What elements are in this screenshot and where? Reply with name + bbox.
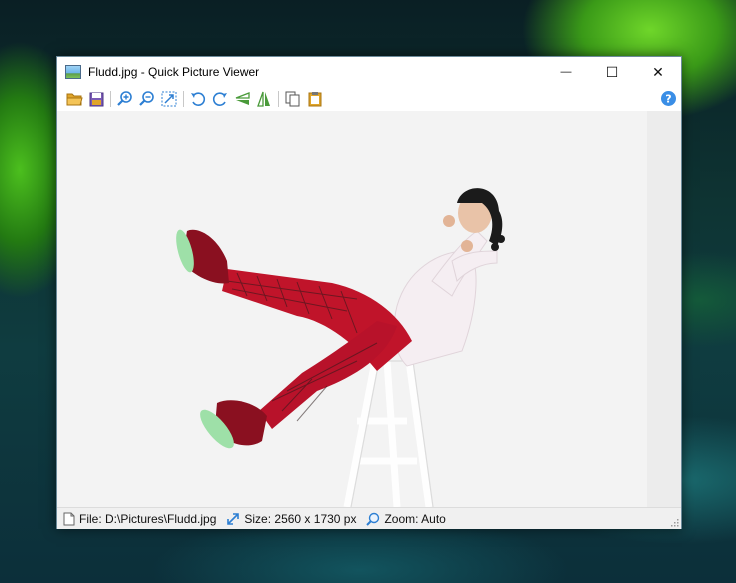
status-bar: File: D:\Pictures\Fludd.jpg Size: 2560 x… [57,507,681,529]
save-icon [89,92,103,106]
flip-horizontal-button[interactable] [231,88,253,110]
zoom-status: Zoom: Auto [366,511,446,526]
paste-button[interactable] [304,88,326,110]
zoom-label: Zoom: Auto [384,511,446,526]
minimize-button[interactable]: — [543,57,589,87]
photo-image [57,111,681,507]
resize-grip-icon[interactable] [669,517,679,527]
app-window: Fludd.jpg - Quick Picture Viewer — ☐ ✕ ?… [56,56,682,529]
window-title: Fludd.jpg - Quick Picture Viewer [88,65,260,79]
rotate-left-button[interactable] [187,88,209,110]
zoom-in-icon [117,91,132,106]
maximize-icon: ☐ [605,63,619,80]
flip-vertical-icon [257,91,270,107]
maximize-button[interactable]: ☐ [589,57,635,87]
flip-vertical-button[interactable] [253,88,275,110]
rotate-left-icon [191,92,206,106]
toolbar-separator [183,91,184,107]
svg-text:?: ? [665,93,671,106]
toolbar-separator [278,91,279,107]
image-viewport[interactable] [57,111,681,507]
open-button[interactable] [63,88,85,110]
fit-to-window-button[interactable] [158,88,180,110]
rotate-right-button[interactable] [209,88,231,110]
zoom-out-icon [139,91,154,106]
help-icon: ? [661,91,676,106]
paste-icon [308,92,322,107]
open-folder-icon [66,93,83,106]
close-button[interactable]: ✕ [635,57,681,87]
rotate-right-icon [212,92,227,106]
zoom-out-button[interactable] [136,88,158,110]
zoom-icon [366,512,380,526]
image-size-label: Size: 2560 x 1730 px [244,511,357,526]
resize-arrow-icon [227,512,240,525]
zoom-in-button[interactable] [114,88,136,110]
minimize-icon: — [560,66,572,78]
save-button[interactable] [85,88,107,110]
copy-button[interactable] [282,88,304,110]
close-icon: ✕ [652,63,664,80]
help-button[interactable]: ? [660,90,677,112]
copy-icon [285,91,300,107]
toolbar-separator [110,91,111,107]
file-status: File: D:\Pictures\Fludd.jpg [63,512,216,526]
size-status: Size: 2560 x 1730 px [226,512,356,526]
app-icon [65,65,81,79]
toolbar: ? [57,87,681,111]
file-icon [63,512,75,525]
fit-to-window-icon [161,91,177,107]
file-path-label: File: D:\Pictures\Fludd.jpg [79,511,217,526]
title-bar[interactable]: Fludd.jpg - Quick Picture Viewer — ☐ ✕ [57,57,681,87]
flip-horizontal-icon [235,92,250,105]
